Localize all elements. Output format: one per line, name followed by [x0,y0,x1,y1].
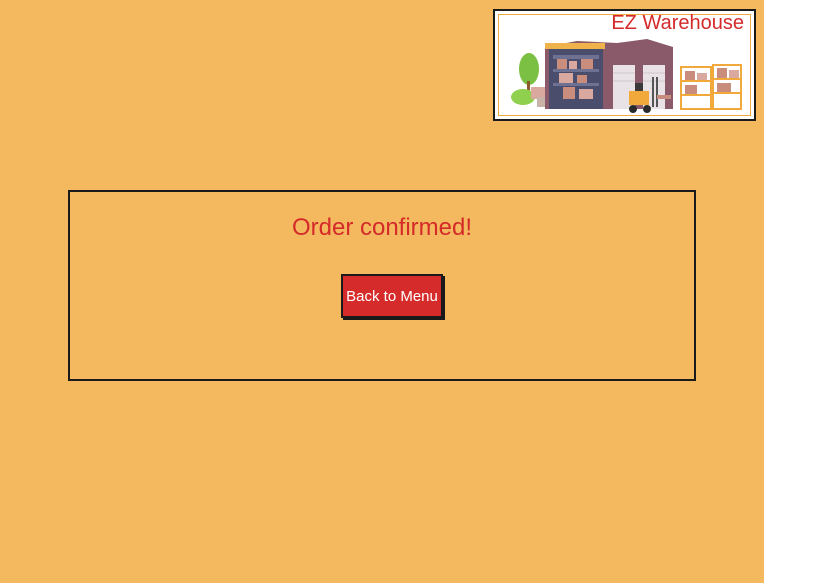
back-to-menu-button[interactable]: Back to Menu [341,274,443,318]
confirmation-panel: Order confirmed! Back to Menu [68,190,696,381]
confirmation-message: Order confirmed! [291,214,473,241]
brand-logo-card: EZ Warehouse [493,9,756,121]
warehouse-logo-icon [511,39,742,113]
brand-title: EZ Warehouse [611,12,744,34]
app-background: EZ Warehouse Order confirmed! Back to Me… [0,0,764,583]
